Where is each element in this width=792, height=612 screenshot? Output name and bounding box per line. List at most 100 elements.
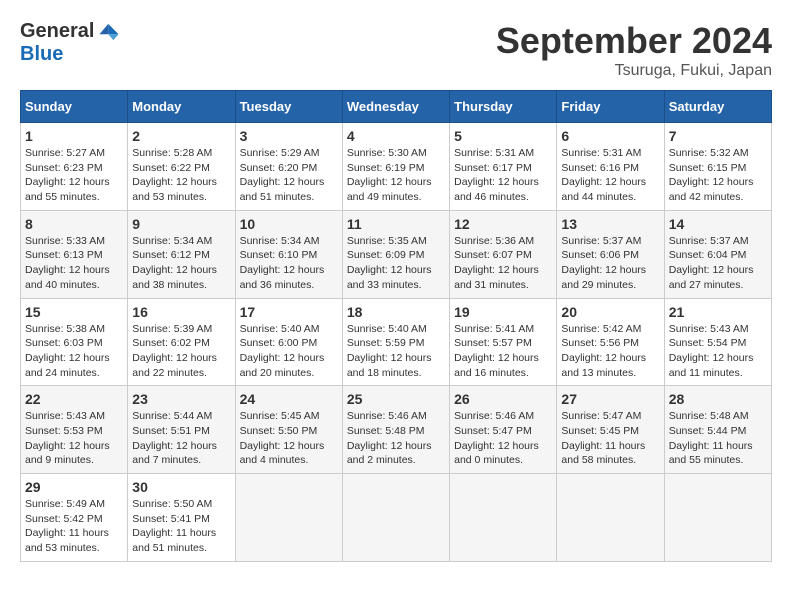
title-section: September 2024 Tsuruga, Fukui, Japan: [496, 20, 772, 80]
day-number: 2: [132, 128, 230, 144]
calendar-cell: [450, 474, 557, 562]
day-info: Sunrise: 5:37 AM Sunset: 6:06 PM Dayligh…: [561, 234, 659, 293]
calendar-cell: 28 Sunrise: 5:48 AM Sunset: 5:44 PM Dayli…: [664, 386, 771, 474]
day-info: Sunrise: 5:41 AM Sunset: 5:57 PM Dayligh…: [454, 322, 552, 381]
day-number: 7: [669, 128, 767, 144]
page-header: General Blue September 2024 Tsuruga, Fuk…: [20, 20, 772, 80]
day-info: Sunrise: 5:49 AM Sunset: 5:42 PM Dayligh…: [25, 497, 123, 556]
day-info: Sunrise: 5:44 AM Sunset: 5:51 PM Dayligh…: [132, 409, 230, 468]
day-number: 1: [25, 128, 123, 144]
col-saturday: Saturday: [664, 91, 771, 123]
day-info: Sunrise: 5:50 AM Sunset: 5:41 PM Dayligh…: [132, 497, 230, 556]
calendar-cell: [235, 474, 342, 562]
day-info: Sunrise: 5:29 AM Sunset: 6:20 PM Dayligh…: [240, 146, 338, 205]
calendar-header-row: Sunday Monday Tuesday Wednesday Thursday…: [21, 91, 772, 123]
day-number: 24: [240, 391, 338, 407]
day-info: Sunrise: 5:27 AM Sunset: 6:23 PM Dayligh…: [25, 146, 123, 205]
calendar-cell: 20 Sunrise: 5:42 AM Sunset: 5:56 PM Dayli…: [557, 298, 664, 386]
calendar-cell: 22Sunrise: 5:43 AM Sunset: 5:53 PM Dayli…: [21, 386, 128, 474]
day-info: Sunrise: 5:48 AM Sunset: 5:44 PM Dayligh…: [669, 409, 767, 468]
calendar-cell: 23 Sunrise: 5:44 AM Sunset: 5:51 PM Dayli…: [128, 386, 235, 474]
day-info: Sunrise: 5:34 AM Sunset: 6:12 PM Dayligh…: [132, 234, 230, 293]
calendar-cell: 18 Sunrise: 5:40 AM Sunset: 5:59 PM Dayli…: [342, 298, 449, 386]
calendar-cell: 2Sunrise: 5:28 AM Sunset: 6:22 PM Daylig…: [128, 123, 235, 211]
day-number: 18: [347, 304, 445, 320]
calendar-cell: [557, 474, 664, 562]
day-number: 25: [347, 391, 445, 407]
calendar-cell: 15Sunrise: 5:38 AM Sunset: 6:03 PM Dayli…: [21, 298, 128, 386]
calendar-table: Sunday Monday Tuesday Wednesday Thursday…: [20, 90, 772, 562]
day-number: 9: [132, 216, 230, 232]
day-number: 12: [454, 216, 552, 232]
day-number: 10: [240, 216, 338, 232]
day-info: Sunrise: 5:39 AM Sunset: 6:02 PM Dayligh…: [132, 322, 230, 381]
day-info: Sunrise: 5:45 AM Sunset: 5:50 PM Dayligh…: [240, 409, 338, 468]
week-row-3: 15Sunrise: 5:38 AM Sunset: 6:03 PM Dayli…: [21, 298, 772, 386]
day-info: Sunrise: 5:40 AM Sunset: 6:00 PM Dayligh…: [240, 322, 338, 381]
day-number: 11: [347, 216, 445, 232]
col-friday: Friday: [557, 91, 664, 123]
day-number: 4: [347, 128, 445, 144]
month-title: September 2024: [496, 20, 772, 62]
day-info: Sunrise: 5:33 AM Sunset: 6:13 PM Dayligh…: [25, 234, 123, 293]
day-info: Sunrise: 5:36 AM Sunset: 6:07 PM Dayligh…: [454, 234, 552, 293]
calendar-cell: 29 Sunrise: 5:49 AM Sunset: 5:42 PM Dayli…: [21, 474, 128, 562]
week-row-1: 1 Sunrise: 5:27 AM Sunset: 6:23 PM Daylig…: [21, 123, 772, 211]
day-number: 28: [669, 391, 767, 407]
day-number: 26: [454, 391, 552, 407]
calendar-cell: 30 Sunrise: 5:50 AM Sunset: 5:41 PM Dayli…: [128, 474, 235, 562]
calendar-cell: [342, 474, 449, 562]
day-number: 14: [669, 216, 767, 232]
calendar-cell: 6 Sunrise: 5:31 AM Sunset: 6:16 PM Daylig…: [557, 123, 664, 211]
calendar-cell: [664, 474, 771, 562]
day-number: 8: [25, 216, 123, 232]
calendar-cell: 24 Sunrise: 5:45 AM Sunset: 5:50 PM Dayli…: [235, 386, 342, 474]
location-subtitle: Tsuruga, Fukui, Japan: [496, 62, 772, 80]
day-number: 19: [454, 304, 552, 320]
day-info: Sunrise: 5:46 AM Sunset: 5:47 PM Dayligh…: [454, 409, 552, 468]
day-info: Sunrise: 5:31 AM Sunset: 6:16 PM Dayligh…: [561, 146, 659, 205]
calendar-cell: 4 Sunrise: 5:30 AM Sunset: 6:19 PM Daylig…: [342, 123, 449, 211]
calendar-cell: 7 Sunrise: 5:32 AM Sunset: 6:15 PM Daylig…: [664, 123, 771, 211]
logo-general-text: General: [20, 20, 94, 43]
day-info: Sunrise: 5:38 AM Sunset: 6:03 PM Dayligh…: [25, 322, 123, 381]
day-number: 16: [132, 304, 230, 320]
calendar-cell: 11 Sunrise: 5:35 AM Sunset: 6:09 PM Dayli…: [342, 210, 449, 298]
day-info: Sunrise: 5:31 AM Sunset: 6:17 PM Dayligh…: [454, 146, 552, 205]
calendar-cell: 10 Sunrise: 5:34 AM Sunset: 6:10 PM Dayli…: [235, 210, 342, 298]
col-tuesday: Tuesday: [235, 91, 342, 123]
col-sunday: Sunday: [21, 91, 128, 123]
day-info: Sunrise: 5:35 AM Sunset: 6:09 PM Dayligh…: [347, 234, 445, 293]
day-info: Sunrise: 5:37 AM Sunset: 6:04 PM Dayligh…: [669, 234, 767, 293]
day-number: 29: [25, 479, 123, 495]
day-info: Sunrise: 5:46 AM Sunset: 5:48 PM Dayligh…: [347, 409, 445, 468]
day-number: 6: [561, 128, 659, 144]
day-info: Sunrise: 5:47 AM Sunset: 5:45 PM Dayligh…: [561, 409, 659, 468]
day-number: 22: [25, 391, 123, 407]
calendar-cell: 21Sunrise: 5:43 AM Sunset: 5:54 PM Dayli…: [664, 298, 771, 386]
day-number: 3: [240, 128, 338, 144]
calendar-cell: 9 Sunrise: 5:34 AM Sunset: 6:12 PM Daylig…: [128, 210, 235, 298]
calendar-cell: 26 Sunrise: 5:46 AM Sunset: 5:47 PM Dayli…: [450, 386, 557, 474]
calendar-cell: 14 Sunrise: 5:37 AM Sunset: 6:04 PM Dayli…: [664, 210, 771, 298]
day-number: 23: [132, 391, 230, 407]
day-info: Sunrise: 5:30 AM Sunset: 6:19 PM Dayligh…: [347, 146, 445, 205]
day-info: Sunrise: 5:40 AM Sunset: 5:59 PM Dayligh…: [347, 322, 445, 381]
logo: General Blue: [20, 20, 120, 66]
day-number: 21: [669, 304, 767, 320]
day-number: 13: [561, 216, 659, 232]
day-number: 20: [561, 304, 659, 320]
calendar-cell: 8 Sunrise: 5:33 AM Sunset: 6:13 PM Daylig…: [21, 210, 128, 298]
col-monday: Monday: [128, 91, 235, 123]
calendar-cell: 12 Sunrise: 5:36 AM Sunset: 6:07 PM Dayli…: [450, 210, 557, 298]
day-info: Sunrise: 5:34 AM Sunset: 6:10 PM Dayligh…: [240, 234, 338, 293]
day-info: Sunrise: 5:32 AM Sunset: 6:15 PM Dayligh…: [669, 146, 767, 205]
day-number: 17: [240, 304, 338, 320]
week-row-4: 22Sunrise: 5:43 AM Sunset: 5:53 PM Dayli…: [21, 386, 772, 474]
calendar-cell: 19 Sunrise: 5:41 AM Sunset: 5:57 PM Dayli…: [450, 298, 557, 386]
calendar-cell: 5 Sunrise: 5:31 AM Sunset: 6:17 PM Daylig…: [450, 123, 557, 211]
day-number: 5: [454, 128, 552, 144]
day-info: Sunrise: 5:42 AM Sunset: 5:56 PM Dayligh…: [561, 322, 659, 381]
logo-blue-text: Blue: [20, 43, 63, 66]
day-number: 30: [132, 479, 230, 495]
